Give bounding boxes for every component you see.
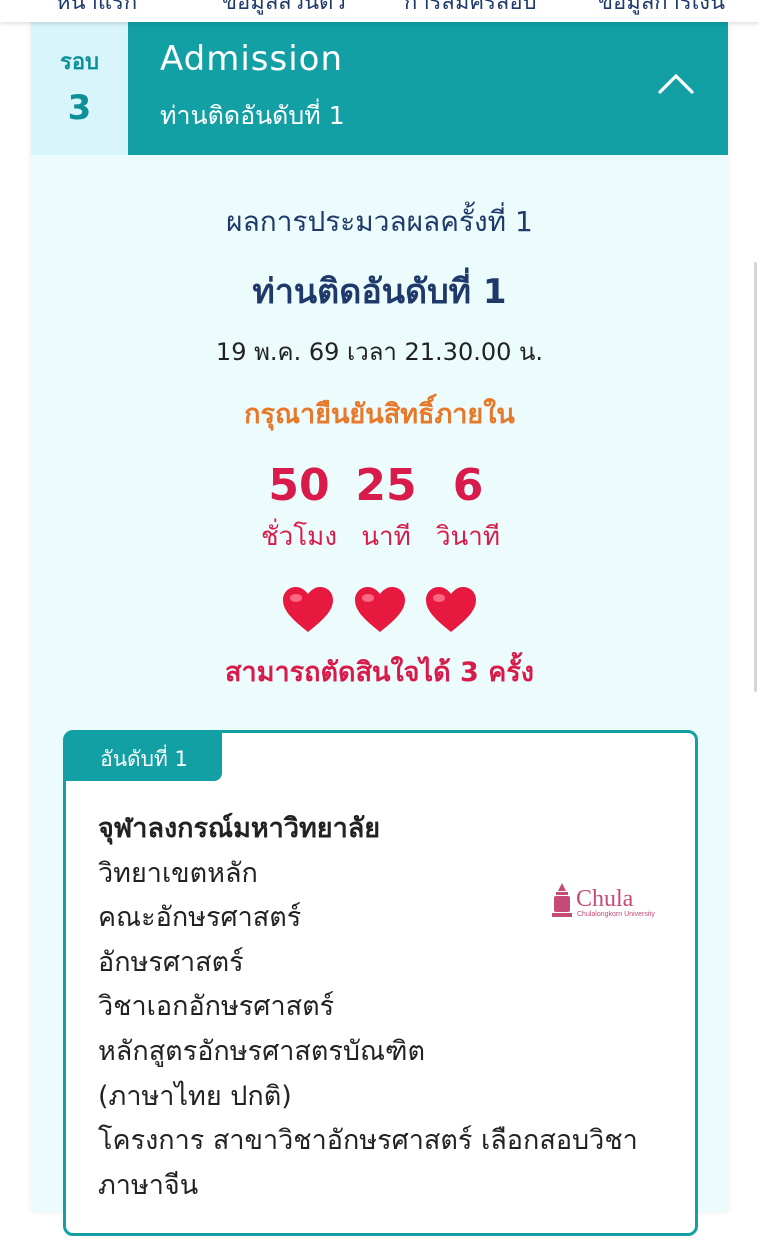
decision-chances-text: สามารถตัดสินใจได้ 3 ครั้ง <box>225 657 534 688</box>
choice-card-rank-1[interactable]: อันดับที่ 1 จุฬาลงกรณ์มหาวิทยาลัย วิทยาเ… <box>63 730 698 1236</box>
choice-rank-label: อันดับที่ 1 <box>100 747 188 771</box>
header-subtitle: ท่านติดอันดับที่ 1 <box>160 101 345 130</box>
nav-item-finance[interactable]: ข้อมูลการเงิน <box>598 0 725 19</box>
card-header[interactable]: รอบ 3 Admission ท่านติดอันดับที่ 1 <box>31 22 728 155</box>
university-name: จุฬาลงกรณ์มหาวิทยาลัย <box>98 813 381 844</box>
choice-details: จุฬาลงกรณ์มหาวิทยาลัย วิทยาเขตหลัก คณะอั… <box>98 807 678 1208</box>
nav-item-home[interactable]: หน้าแรก <box>56 0 137 19</box>
countdown-minutes: 25 นาที <box>349 462 423 557</box>
project-name: โครงการ สาขาวิชาอักษรศาสตร์ เลือกสอบวิชา <box>98 1125 638 1157</box>
admission-round-card: รอบ 3 Admission ท่านติดอันดับที่ 1 ผลการ… <box>31 22 728 1236</box>
countdown-hours-label: ชั่วโมง <box>260 522 338 552</box>
logo-subtext: Chulalongkorn University <box>577 911 655 918</box>
round-badge: รอบ 3 <box>31 22 128 155</box>
countdown-hours: 50 ชั่วโมง <box>254 462 344 557</box>
countdown-minutes-value: 25 <box>355 460 417 511</box>
project-name-cont: ภาษาจีน <box>98 1169 199 1201</box>
header-title-area: Admission ท่านติดอันดับที่ 1 <box>128 22 728 155</box>
countdown-seconds-value: 6 <box>452 460 484 511</box>
top-navigation: หน้าแรก ข้อมูลส่วนตัว การสมัครสอบ ข้อมูล… <box>0 0 759 22</box>
scrollbar-thumb[interactable] <box>754 262 757 692</box>
countdown-hours-value: 50 <box>268 460 330 511</box>
chula-logo: Chula Chulalongkorn University <box>552 883 655 918</box>
countdown-seconds-label: วินาที <box>435 522 501 552</box>
field-name: อักษรศาสตร์ <box>98 946 244 978</box>
major-name: วิชาเอกอักษรศาสตร์ <box>98 991 335 1023</box>
program-type: (ภาษาไทย ปกติ) <box>98 1080 292 1112</box>
logo-text: Chula <box>576 886 634 912</box>
nav-item-application[interactable]: การสมัครสอบ <box>404 0 537 19</box>
header-title: Admission <box>160 39 344 79</box>
countdown-minutes-label: นาที <box>361 522 411 552</box>
heart-icon <box>283 587 334 632</box>
round-number: 3 <box>67 88 92 128</box>
nav-item-profile[interactable]: ข้อมูลส่วนตัว <box>222 0 346 19</box>
round-label: รอบ <box>60 50 99 75</box>
result-title: ผลการประมวลผลครั้งที่ 1 <box>226 205 533 238</box>
program-name: หลักสูตรอักษรศาสตรบัณฑิต <box>98 1035 426 1067</box>
result-datetime: 19 พ.ค. 69 เวลา 21.30.00 น. <box>215 338 544 366</box>
countdown-seconds: 6 วินาที <box>429 462 507 557</box>
heart-icon <box>425 587 476 632</box>
heart-icon <box>354 587 405 632</box>
choice-rank-tab: อันดับที่ 1 <box>66 733 222 781</box>
hearts-remaining <box>31 586 728 638</box>
result-rank: ท่านติดอันดับที่ 1 <box>252 272 507 312</box>
confirm-deadline-text: กรุณายืนยันสิทธิ์ภายใน <box>244 399 515 430</box>
scrollbar[interactable] <box>753 0 759 1200</box>
chevron-up-icon[interactable] <box>654 62 698 106</box>
